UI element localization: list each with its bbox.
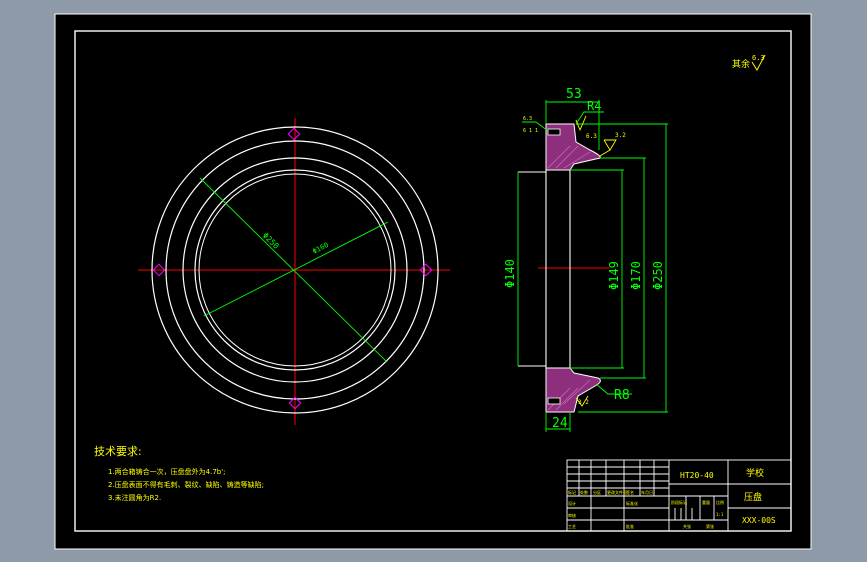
title-label-stage: 阶段标记 xyxy=(671,499,687,505)
roughness-note-label: 其余 xyxy=(732,58,750,70)
title-label-zone: 分区 xyxy=(593,489,601,495)
title-label-approve: 批准 xyxy=(626,523,634,529)
title-part-name: 压盘 xyxy=(744,491,762,503)
dim-24-label: 24 xyxy=(552,416,568,431)
dim-d140-label: Φ140 xyxy=(503,259,517,288)
title-label-sign: 签名 xyxy=(626,489,634,495)
title-drawing-no: XXX-00S xyxy=(742,516,776,525)
cad-viewport[interactable]: 其余 6.3 Φ250 Φ160 53 R4 24 R8 Φ140 Φ149 Φ… xyxy=(0,0,867,562)
title-label-mark: 标记 xyxy=(568,489,576,495)
title-label-date: 年月日 xyxy=(641,489,653,495)
cad-drawing-canvas[interactable]: 其余 6.3 Φ250 Φ160 53 R4 24 R8 Φ140 Φ149 Φ… xyxy=(0,0,867,562)
lower-slot xyxy=(547,397,561,405)
dim-r4-label: R4 xyxy=(587,99,601,113)
title-label-review: 审核 xyxy=(568,512,576,518)
roughness-right-value: 3.2 xyxy=(615,132,626,139)
title-label-standard: 标准化 xyxy=(626,500,638,506)
note-top-small-1: 6.3 xyxy=(523,116,532,122)
tech-req-item-2: 2.压盘表面不得有毛刺、裂纹、缺陷、铸造等缺陷; xyxy=(108,480,264,489)
title-label-change-doc: 更改文件号 xyxy=(607,489,627,495)
title-scale-value: 1:1 xyxy=(716,512,724,517)
roughness-left-top-value: 6.3 xyxy=(586,133,597,140)
title-label-process: 工艺 xyxy=(568,524,576,529)
dim-r8-label: R8 xyxy=(614,388,630,403)
dim-53-label: 53 xyxy=(566,87,582,102)
dim-d149-label: Φ149 xyxy=(607,261,621,290)
title-label-design: 设计 xyxy=(568,500,576,506)
tech-req-item-1: 1.两合箱铸合一次，压盘盘外为4.7b'; xyxy=(108,467,226,476)
title-label-count: 处数 xyxy=(580,489,588,495)
title-school: 学校 xyxy=(746,467,764,479)
title-label-weight: 重量 xyxy=(702,499,710,505)
note-top-small-2: 6 1 1 xyxy=(523,128,538,134)
title-label-total-sheets: 共张 xyxy=(683,523,691,529)
title-material: HT20-40 xyxy=(680,471,714,480)
tech-req-item-3: 3.未注圆角为R2. xyxy=(108,493,161,502)
roughness-note-value: 6.3 xyxy=(752,54,765,62)
title-label-scale: 比例 xyxy=(716,499,724,505)
upper-slot xyxy=(547,128,561,136)
dim-d170-label: Φ170 xyxy=(629,261,643,290)
dim-d250-label: Φ250 xyxy=(651,261,665,290)
tech-req-title: 技术要求: xyxy=(94,445,142,458)
title-label-sheet-no: 第张 xyxy=(706,523,714,529)
roughness-left-bottom-value: 3.2 xyxy=(578,399,589,406)
